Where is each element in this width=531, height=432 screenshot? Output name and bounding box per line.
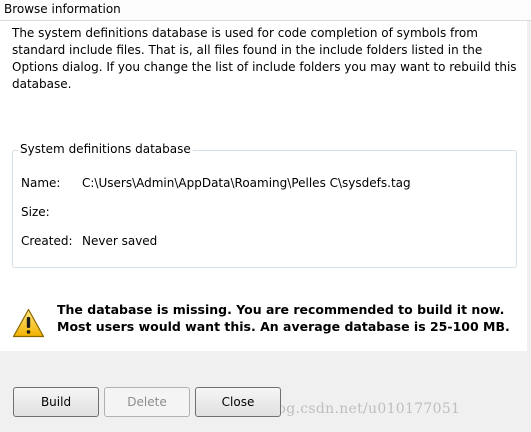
- size-label: Size:: [21, 205, 50, 219]
- name-label: Name:: [21, 176, 61, 190]
- build-button[interactable]: Build: [13, 387, 99, 417]
- name-value: C:\Users\Admin\AppData\Roaming\Pelles C\…: [82, 176, 411, 190]
- title-bar: Browse information: [0, 0, 531, 21]
- warning-message: The database is missing. You are recomme…: [57, 302, 510, 334]
- database-groupbox: [12, 150, 517, 268]
- delete-button[interactable]: Delete: [104, 387, 190, 417]
- created-value: Never saved: [82, 234, 158, 248]
- created-label: Created:: [21, 234, 73, 248]
- groupbox-title: System definitions database: [18, 142, 193, 156]
- warning-triangle-icon: [12, 308, 45, 338]
- close-button[interactable]: Close: [195, 387, 281, 417]
- intro-text: The system definitions database is used …: [12, 26, 517, 91]
- window-title: Browse information: [4, 2, 121, 16]
